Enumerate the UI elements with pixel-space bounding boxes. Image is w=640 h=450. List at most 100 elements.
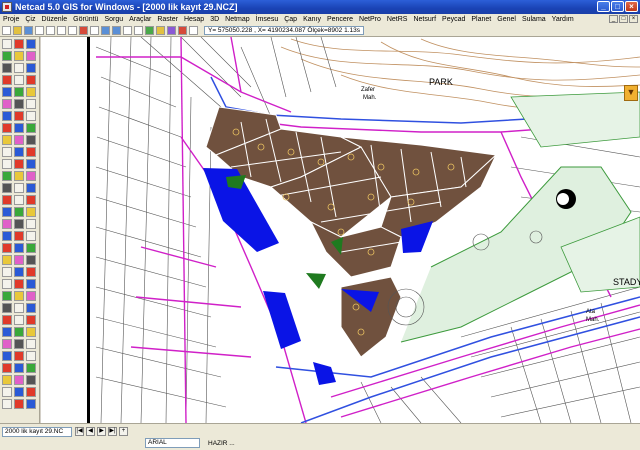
polyline-tool-icon[interactable] [2, 327, 12, 337]
menu-peycad[interactable]: Peycad [439, 14, 468, 25]
save-icon[interactable] [24, 26, 33, 35]
prev-button[interactable]: ◀ [86, 427, 95, 436]
line-tool-icon[interactable] [2, 243, 12, 253]
pan-icon[interactable] [134, 26, 143, 35]
menu-ciz[interactable]: Çiz [22, 14, 38, 25]
circle-tool-icon[interactable] [26, 243, 36, 253]
line-tool-icon[interactable] [14, 39, 24, 49]
text-tool-icon[interactable] [26, 291, 36, 301]
text-tool-icon[interactable] [2, 99, 12, 109]
info-icon[interactable] [189, 26, 198, 35]
close-button[interactable]: × [625, 1, 638, 12]
menu-kaniy[interactable]: Kanıy [300, 14, 324, 25]
circle-tool-icon[interactable] [2, 171, 12, 181]
menu-planet[interactable]: Planet [468, 14, 494, 25]
hatch-tool-icon[interactable] [14, 303, 24, 313]
new-file-icon[interactable] [2, 26, 11, 35]
menu-netmap[interactable]: Netmap [222, 14, 253, 25]
text-tool-icon[interactable] [14, 135, 24, 145]
point-tool-icon[interactable] [14, 315, 24, 325]
move-tool-icon[interactable] [2, 195, 12, 205]
map-canvas[interactable]: PARK Zafer Mah. STADY Ata Mah. ▼ [41, 37, 640, 423]
minimize-button[interactable]: _ [597, 1, 610, 12]
arc-tool-icon[interactable] [26, 207, 36, 217]
copy-icon[interactable] [57, 26, 66, 35]
menu-netsurf[interactable]: Netsurf [410, 14, 439, 25]
arc-tool-icon[interactable] [2, 375, 12, 385]
hatch-tool-icon[interactable] [14, 63, 24, 73]
zoom-window-icon[interactable] [123, 26, 132, 35]
arc-tool-icon[interactable] [14, 171, 24, 181]
dimension-tool-icon[interactable] [26, 375, 36, 385]
circle-tool-icon[interactable] [2, 291, 12, 301]
line-tool-icon[interactable] [14, 279, 24, 289]
polyline-tool-icon[interactable] [14, 243, 24, 253]
mdi-close-button[interactable]: × [629, 15, 638, 23]
text-tool-icon[interactable] [14, 255, 24, 265]
point-tool-icon[interactable] [2, 159, 12, 169]
properties-icon[interactable] [167, 26, 176, 35]
drawing-file-field[interactable]: 2000 lik kayıt 29.NC [2, 427, 72, 437]
polyline-tool-icon[interactable] [2, 87, 12, 97]
add-button[interactable]: + [119, 427, 128, 436]
text-tool-icon[interactable] [2, 219, 12, 229]
arc-tool-icon[interactable] [26, 87, 36, 97]
line-tool-icon[interactable] [26, 195, 36, 205]
point-tool-icon[interactable] [26, 231, 36, 241]
text-tool-icon[interactable] [2, 339, 12, 349]
menu-goruntu[interactable]: Görüntü [70, 14, 101, 25]
title-bar[interactable]: Netcad 5.0 GIS for Windows - [2000 lik k… [0, 0, 640, 14]
select-tool-icon[interactable] [14, 387, 24, 397]
dimension-tool-icon[interactable] [26, 255, 36, 265]
polyline-tool-icon[interactable] [26, 159, 36, 169]
circle-tool-icon[interactable] [14, 327, 24, 337]
pan-down-button[interactable]: ▼ [624, 85, 638, 101]
arc-tool-icon[interactable] [2, 255, 12, 265]
layer-icon[interactable] [156, 26, 165, 35]
print-icon[interactable] [35, 26, 44, 35]
hatch-tool-icon[interactable] [14, 183, 24, 193]
polyline-tool-icon[interactable] [14, 363, 24, 373]
font-name-field[interactable]: ARIAL [145, 438, 200, 448]
menu-imsesu[interactable]: İmsesu [253, 14, 282, 25]
circle-tool-icon[interactable] [26, 123, 36, 133]
line-tool-icon[interactable] [26, 315, 36, 325]
move-tool-icon[interactable] [26, 267, 36, 277]
dimension-tool-icon[interactable] [14, 339, 24, 349]
zoom-out-icon[interactable] [112, 26, 121, 35]
dimension-tool-icon[interactable] [14, 219, 24, 229]
polyline-tool-icon[interactable] [26, 399, 36, 409]
polyline-tool-icon[interactable] [26, 279, 36, 289]
last-button[interactable]: ▶| [108, 427, 117, 436]
hatch-tool-icon[interactable] [2, 387, 12, 397]
menu-3d[interactable]: 3D [207, 14, 222, 25]
point-tool-icon[interactable] [14, 75, 24, 85]
polyline-tool-icon[interactable] [26, 39, 36, 49]
select-tool-icon[interactable] [2, 111, 12, 121]
hatch-tool-icon[interactable] [2, 147, 12, 157]
hatch-tool-icon[interactable] [26, 339, 36, 349]
paste-icon[interactable] [68, 26, 77, 35]
text-tool-icon[interactable] [14, 375, 24, 385]
open-folder-icon[interactable] [13, 26, 22, 35]
dimension-tool-icon[interactable] [2, 63, 12, 73]
text-tool-icon[interactable] [26, 171, 36, 181]
select-tool-icon[interactable] [26, 63, 36, 73]
text-tool-icon[interactable] [26, 51, 36, 61]
point-tool-icon[interactable] [14, 195, 24, 205]
select-tool-icon[interactable] [26, 183, 36, 193]
cut-icon[interactable] [46, 26, 55, 35]
polyline-tool-icon[interactable] [2, 207, 12, 217]
move-tool-icon[interactable] [2, 75, 12, 85]
dimension-tool-icon[interactable] [14, 99, 24, 109]
circle-tool-icon[interactable] [14, 87, 24, 97]
menu-sulama[interactable]: Sulama [519, 14, 549, 25]
move-tool-icon[interactable] [14, 351, 24, 361]
move-tool-icon[interactable] [26, 147, 36, 157]
hatch-tool-icon[interactable] [2, 267, 12, 277]
menu-cap[interactable]: Çap [281, 14, 300, 25]
menu-hesap[interactable]: Hesap [181, 14, 207, 25]
arc-tool-icon[interactable] [14, 291, 24, 301]
select-tool-icon[interactable] [14, 267, 24, 277]
maximize-button[interactable]: □ [611, 1, 624, 12]
